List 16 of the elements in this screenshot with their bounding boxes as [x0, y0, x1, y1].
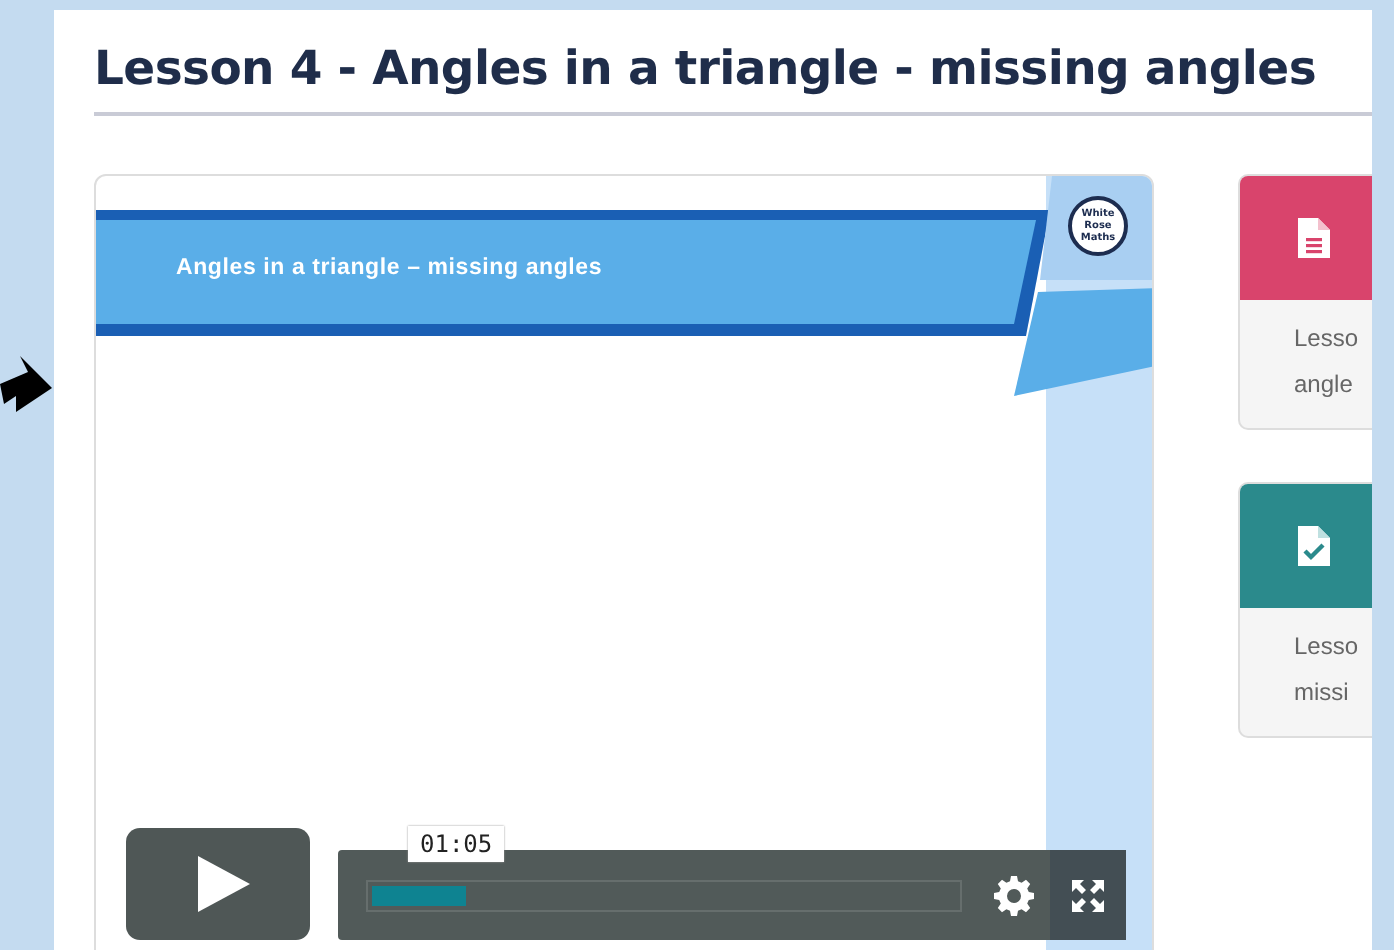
checked-document-icon — [1298, 526, 1330, 566]
document-icon — [1298, 218, 1330, 258]
play-icon — [198, 856, 250, 912]
time-tooltip: 01:05 — [408, 826, 505, 862]
resource-card[interactable]: Lesso missi — [1238, 482, 1372, 738]
resource-card[interactable]: Lesso angle — [1238, 174, 1372, 430]
settings-icon[interactable] — [994, 875, 1034, 915]
slide-title: Angles in a triangle – missing angles — [176, 256, 603, 280]
play-button[interactable] — [126, 828, 310, 940]
page-title: Lesson 4 - Angles in a triangle - missing angles — [94, 38, 1319, 98]
card-text: angle — [1294, 368, 1355, 402]
card-text: Lesso — [1294, 322, 1361, 356]
card-text: missi — [1294, 676, 1351, 710]
progress-track[interactable] — [366, 879, 962, 911]
fullscreen-icon[interactable] — [1072, 879, 1104, 911]
card-text: Lesso — [1294, 630, 1361, 664]
